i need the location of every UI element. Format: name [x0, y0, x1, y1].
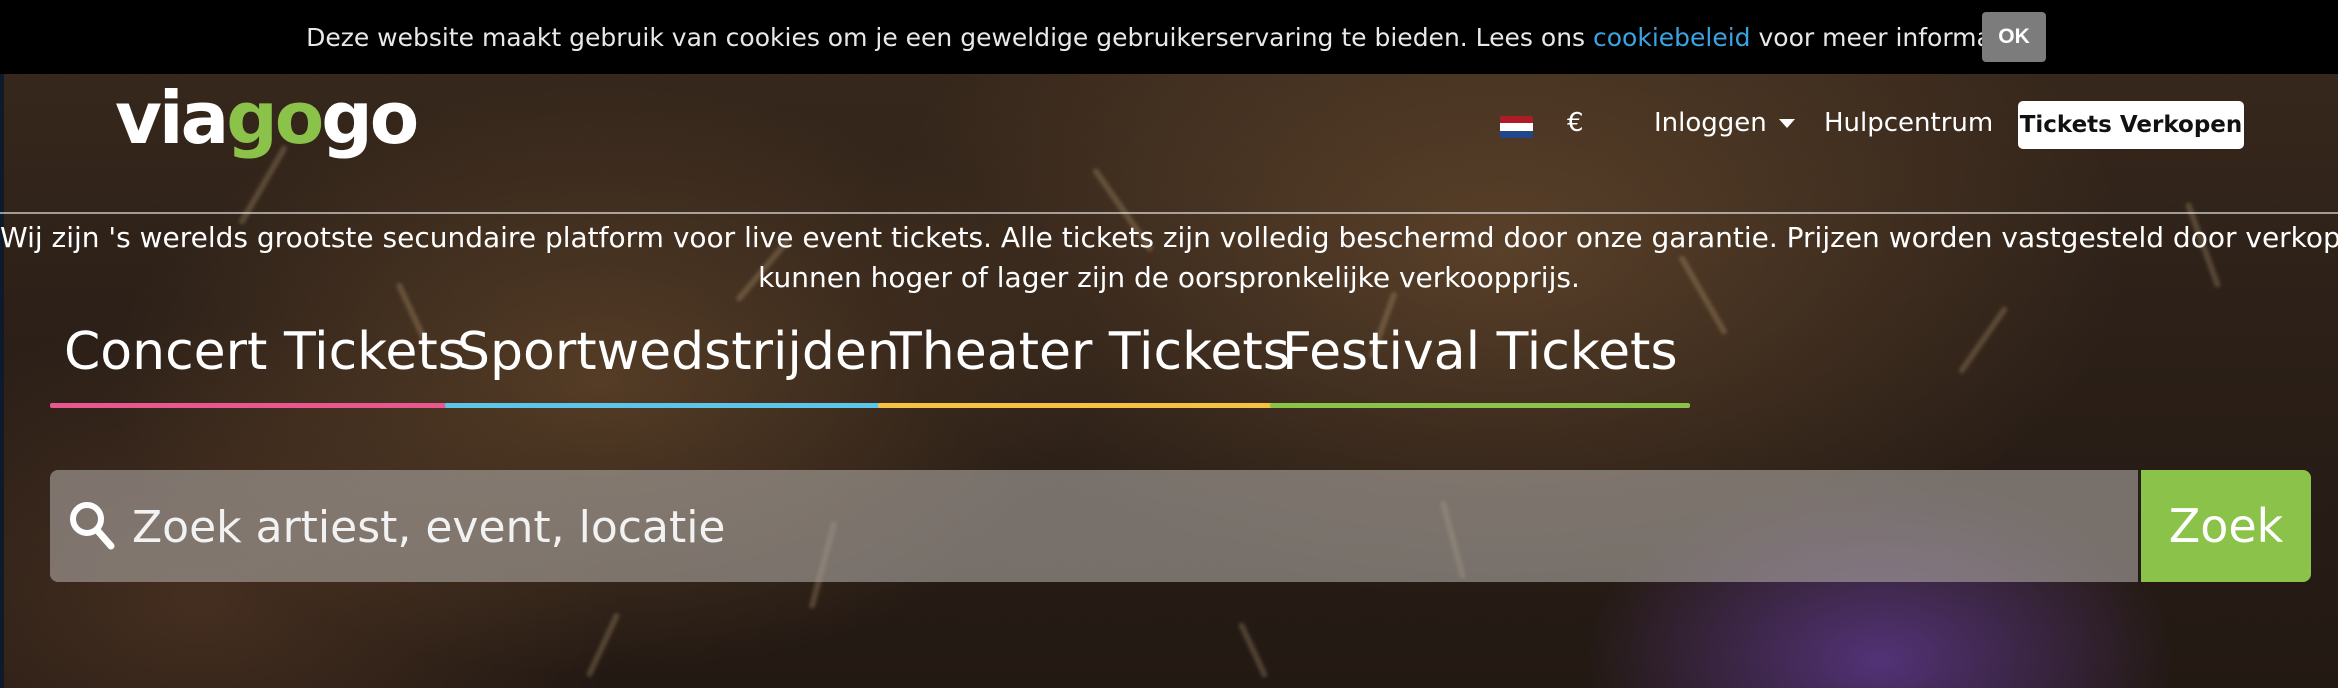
viagogo-logo[interactable]: viagogo: [115, 82, 419, 154]
cookie-message: Deze website maakt gebruik van cookies o…: [306, 22, 2032, 52]
category-underline: [50, 403, 477, 408]
login-label: Inloggen: [1654, 108, 1767, 138]
category-underline: [878, 403, 1302, 408]
category-concert-tickets[interactable]: Concert Tickets: [50, 322, 477, 408]
sell-tickets-button[interactable]: Tickets Verkopen: [2018, 101, 2244, 149]
netherlands-flag-icon[interactable]: [1500, 116, 1533, 138]
category-underline: [445, 403, 912, 408]
window-edge: [0, 74, 4, 688]
currency-selector[interactable]: €: [1567, 108, 1584, 138]
search-input[interactable]: [130, 480, 2114, 574]
category-theater-tickets[interactable]: Theater Tickets: [878, 322, 1302, 408]
category-sportwedstrijden[interactable]: Sportwedstrijden: [445, 322, 912, 408]
login-menu[interactable]: Inloggen: [1654, 108, 1795, 138]
help-center-link[interactable]: Hulpcentrum: [1824, 108, 1993, 138]
cookie-ok-button[interactable]: OK: [1982, 12, 2046, 62]
category-underline: [1270, 403, 1690, 408]
tagline: Wij zijn 's werelds grootste secundaire …: [0, 221, 2338, 294]
header-divider: [0, 212, 2338, 214]
category-festival-tickets[interactable]: Festival Tickets: [1270, 322, 1690, 408]
search-button[interactable]: Zoek: [2141, 470, 2311, 582]
caret-down-icon: [1778, 118, 1795, 128]
search-icon: [70, 502, 115, 550]
cookie-policy-link[interactable]: cookiebeleid: [1593, 23, 1751, 52]
